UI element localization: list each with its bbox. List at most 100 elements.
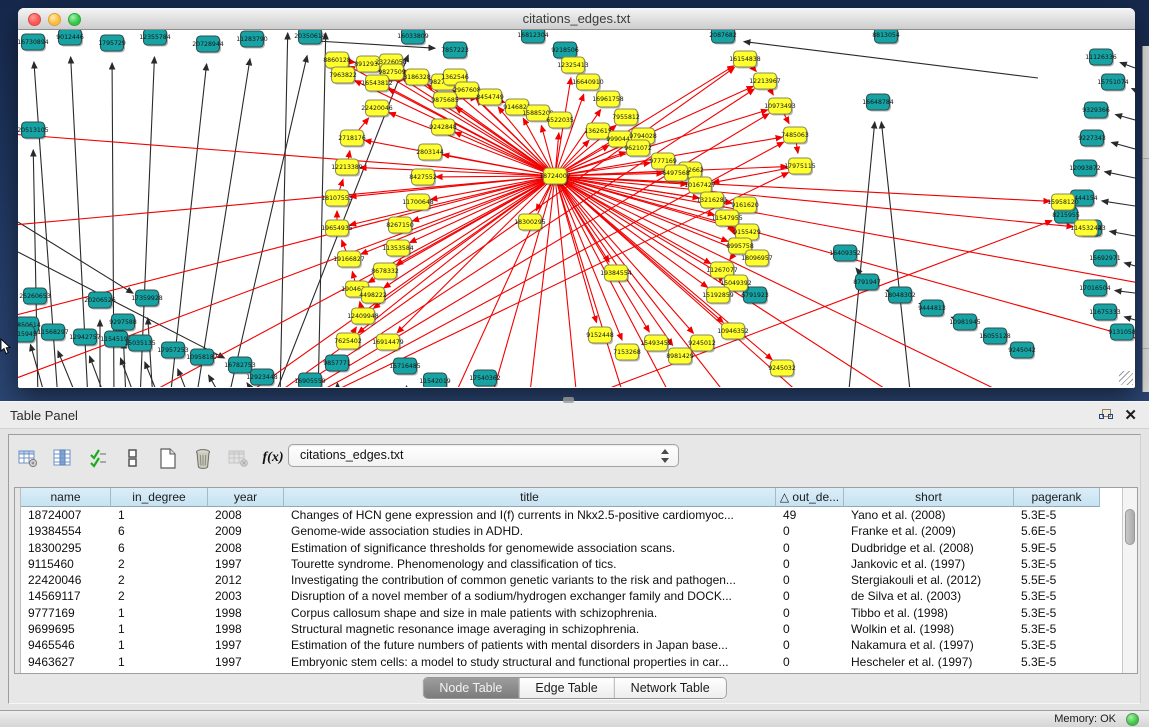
table-row[interactable]: 969969511998Structural magnetic resonanc… xyxy=(21,621,1100,637)
graph-node-selected[interactable]: 7963822 xyxy=(329,67,357,85)
tab-network-table[interactable]: Network Table xyxy=(615,678,726,698)
graph-node-selected[interactable]: 10946352 xyxy=(717,323,749,341)
table-row[interactable]: 1938455462009Genome-wide association stu… xyxy=(21,523,1100,539)
graph-node-unselected[interactable]: 15035135 xyxy=(124,335,156,353)
graph-node-unselected[interactable]: 16730894 xyxy=(18,34,49,52)
graph-node-unselected[interactable]: 9297588 xyxy=(109,314,137,332)
graph-node-unselected[interactable]: 15751074 xyxy=(1097,74,1129,92)
graph-node-selected[interactable]: 9245032 xyxy=(768,360,796,378)
graph-node-unselected[interactable]: 9012446 xyxy=(56,30,84,47)
graph-node-unselected[interactable]: 1795729 xyxy=(98,35,126,53)
panel-splitter-handle[interactable] xyxy=(563,397,574,403)
network-view[interactable]: 16730894 9012446 1795729 12355784 20728944 11… xyxy=(18,30,1135,387)
table-row[interactable]: 1830029562008Estimation of significance … xyxy=(21,540,1100,556)
window-resize-grip[interactable] xyxy=(1119,371,1133,385)
graph-node-selected[interactable]: 12213389 xyxy=(331,159,363,177)
graph-node-selected[interactable]: 11353584 xyxy=(382,240,414,258)
graph-node-selected[interactable]: 8678332 xyxy=(371,263,399,281)
graph-node-unselected[interactable]: 12355784 xyxy=(139,30,171,47)
graph-node-unselected[interactable]: 16905559 xyxy=(294,373,326,387)
graph-node-selected[interactable]: 12325413 xyxy=(557,57,589,75)
graph-node-unselected[interactable]: 20728944 xyxy=(192,36,224,54)
graph-node-selected[interactable]: 11453242 xyxy=(1070,220,1102,238)
graph-node-unselected[interactable]: 18048302 xyxy=(884,287,916,305)
graph-node-selected[interactable]: 19654935 xyxy=(321,220,353,238)
show-columns-icon[interactable] xyxy=(52,447,74,469)
table-vertical-scrollbar[interactable] xyxy=(1122,488,1137,673)
graph-node-unselected[interactable]: 16409352 xyxy=(829,245,861,263)
table-row[interactable]: 977716911998Corpus callosum shape and si… xyxy=(21,605,1100,621)
graph-node-unselected[interactable]: 12942757 xyxy=(69,329,101,347)
graph-node-unselected[interactable]: 15692971 xyxy=(1089,250,1121,268)
graph-node-unselected[interactable]: 20513105 xyxy=(18,122,49,140)
graph-node-selected[interactable]: 11700648 xyxy=(402,194,434,212)
graph-node-selected[interactable]: 15192859 xyxy=(702,287,734,305)
table-mode-icon[interactable] xyxy=(122,447,144,469)
graph-node-selected[interactable]: 9245012 xyxy=(688,335,716,353)
graph-node-hub[interactable]: 18724007 xyxy=(539,168,571,186)
graph-node-unselected[interactable]: 15716485 xyxy=(389,358,421,376)
graph-node-unselected[interactable]: 16812304 xyxy=(517,30,549,45)
graph-node-unselected[interactable]: 9227343 xyxy=(1078,130,1106,148)
create-column-icon[interactable] xyxy=(157,447,179,469)
graph-node-unselected[interactable]: 16033809 xyxy=(397,30,429,46)
table-row[interactable]: 1456911722003Disruption of a novel membe… xyxy=(21,588,1100,604)
table-row[interactable]: 2242004622012Investigating the contribut… xyxy=(21,572,1100,588)
graph-node-selected[interactable]: 2803144 xyxy=(416,144,444,162)
graph-node-unselected[interactable]: 9857771 xyxy=(323,355,351,373)
graph-node-selected[interactable]: 8267150 xyxy=(386,217,414,235)
tab-edge-table[interactable]: Edge Table xyxy=(519,678,614,698)
table-row[interactable]: 946362711997Embryonic stem cells: a mode… xyxy=(21,654,1100,670)
graph-node-unselected[interactable]: 9131058 xyxy=(1108,324,1135,342)
table-row[interactable]: 911546021997Tourette syndrome. Phenomeno… xyxy=(21,556,1100,572)
graph-node-unselected[interactable]: 9329366 xyxy=(1082,102,1110,120)
graph-node-selected[interactable]: 6522035 xyxy=(546,112,574,130)
graph-node-unselected[interactable]: 16055128 xyxy=(979,328,1011,346)
graph-node-selected[interactable]: 7485063 xyxy=(781,127,809,145)
graph-node-unselected[interactable]: 3915945 xyxy=(18,326,37,344)
column-header-out_de[interactable]: △ out_de... xyxy=(776,488,844,507)
graph-node-unselected[interactable]: 8791947 xyxy=(853,274,881,292)
graph-node-selected[interactable]: 18107553 xyxy=(321,190,353,208)
graph-node-selected[interactable]: 2718176 xyxy=(338,130,366,148)
graph-node-unselected[interactable]: 8813054 xyxy=(872,30,900,45)
graph-node-selected[interactable]: 9242848 xyxy=(429,119,457,137)
graph-node-selected[interactable]: 15493452 xyxy=(640,335,672,353)
graph-node-selected[interactable]: 13216281 xyxy=(696,192,728,210)
row-selection-icon[interactable] xyxy=(87,447,109,469)
graph-node-unselected[interactable]: 10958187 xyxy=(186,349,218,367)
column-header-year[interactable]: year xyxy=(208,488,284,507)
graph-node-selected[interactable]: 18096957 xyxy=(741,250,773,268)
graph-node-selected[interactable]: 16543812 xyxy=(361,75,393,93)
graph-node-selected[interactable]: 7625402 xyxy=(334,333,362,351)
graph-node-selected[interactable]: 17975115 xyxy=(784,158,816,176)
graph-node-unselected[interactable]: 9444813 xyxy=(918,300,946,318)
close-window-button[interactable] xyxy=(28,13,41,26)
graph-node-unselected[interactable]: 25260653 xyxy=(19,288,51,306)
graph-node-selected[interactable]: 10973493 xyxy=(764,98,796,116)
graph-node-selected[interactable]: 9621072 xyxy=(624,140,652,158)
table-row[interactable]: 1872400712008Changes of HCN gene express… xyxy=(21,507,1100,523)
graph-node-unselected[interactable]: 11542019 xyxy=(419,373,451,387)
graph-node-selected[interactable]: 8454749 xyxy=(476,89,504,107)
graph-node-unselected[interactable]: 11126336 xyxy=(1085,49,1117,67)
graph-node-selected[interactable]: 16914479 xyxy=(372,334,404,352)
graph-node-selected[interactable]: 16154838 xyxy=(729,51,761,69)
graph-node-unselected[interactable]: 11568297 xyxy=(37,324,69,342)
graph-node-selected[interactable]: 19384554 xyxy=(600,265,632,283)
graph-node-unselected[interactable]: 10981945 xyxy=(949,314,981,332)
float-panel-icon[interactable] xyxy=(1099,409,1113,421)
window-titlebar[interactable]: citations_edges.txt xyxy=(18,8,1135,30)
zoom-window-button[interactable] xyxy=(68,13,81,26)
graph-node-selected[interactable]: 19166827 xyxy=(333,251,365,269)
graph-node-selected[interactable]: 22420046 xyxy=(361,100,393,118)
graph-node-unselected[interactable]: 2087682 xyxy=(709,30,737,45)
graph-node-selected[interactable]: 8981429 xyxy=(666,348,694,366)
graph-node-unselected[interactable]: 9245042 xyxy=(1008,342,1036,360)
graph-node-unselected[interactable]: 17540362 xyxy=(469,370,501,387)
graph-node-unselected[interactable]: 17016504 xyxy=(1079,280,1111,298)
memory-ok-indicator[interactable] xyxy=(1126,713,1139,726)
minimize-window-button[interactable] xyxy=(48,13,61,26)
delete-table-icon[interactable] xyxy=(227,447,249,469)
table-settings-icon[interactable] xyxy=(17,447,39,469)
